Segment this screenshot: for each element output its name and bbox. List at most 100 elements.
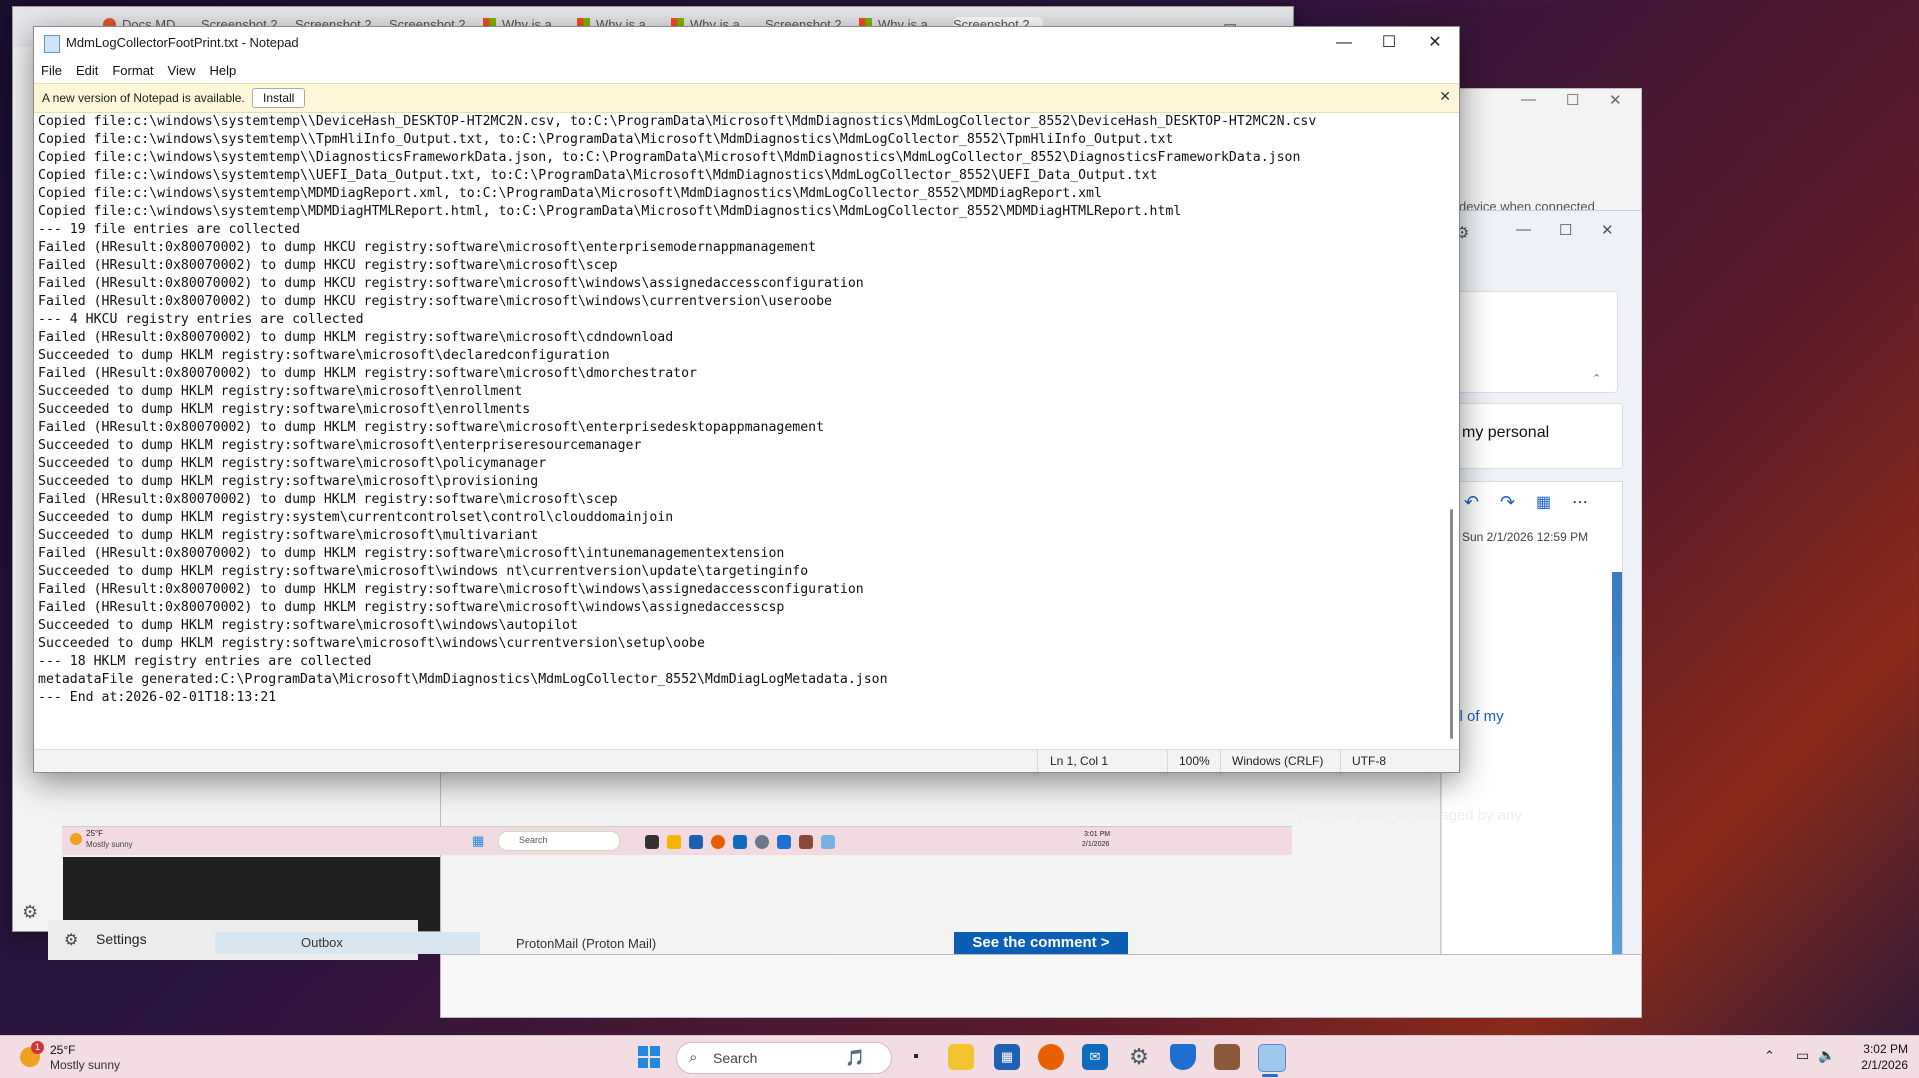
settings-gear-icon[interactable]: ⚙ [1126, 1044, 1152, 1070]
search-highlight-icon: 🎵 [845, 1050, 865, 1067]
mail-reading-pane: ⚙ — ☐ ✕ ⌃ my personal ↶ ↷ ▦ ⋯ Sun 2/1/20… [1440, 210, 1642, 957]
file-explorer-icon [667, 835, 681, 849]
text-line: Copied file:c:\windows\systemtemp\\TpmHl… [38, 132, 1174, 147]
text-line: Succeeded to dump HKLM registry:system\c… [38, 510, 674, 525]
task-view-icon[interactable]: ▪ [903, 1044, 929, 1070]
store-icon [689, 835, 703, 849]
text-line: Succeeded to dump HKLM registry:software… [38, 456, 547, 471]
maximize-icon[interactable]: ☐ [1366, 27, 1412, 59]
notepad-taskbar-icon[interactable] [1258, 1044, 1286, 1072]
text-line: Copied file:c:\windows\systemtemp\\Diagn… [38, 150, 1301, 165]
maximize-icon[interactable]: ☐ [1566, 91, 1579, 109]
outlook-icon[interactable]: ✉ [1082, 1044, 1108, 1070]
zoom-level: 100% [1179, 754, 1210, 768]
search-placeholder: Search [713, 1050, 758, 1066]
outlook-icon [733, 835, 747, 849]
menu-format[interactable]: Format [105, 59, 160, 82]
chevron-up-icon[interactable]: ⌃ [1592, 372, 1601, 385]
image-strip [1612, 572, 1622, 956]
text-line: Succeeded to dump HKLM registry:software… [38, 348, 610, 363]
gear-icon: ⚙ [64, 932, 79, 949]
close-icon[interactable]: ✕ [1439, 88, 1451, 105]
background-window-lower [440, 954, 1642, 1018]
maximize-icon[interactable]: ☐ [1559, 221, 1572, 239]
vertical-scrollbar[interactable] [1450, 119, 1453, 739]
message-list-item[interactable]: ProtonMail (Proton Mail) [480, 932, 830, 954]
menu-file[interactable]: File [34, 59, 69, 82]
taskbar: 1 25°F Mostly sunny ⌕ Search 🎵 ▪ ▦ ✉ ⚙ ⌃… [0, 1035, 1919, 1078]
task-view-icon [645, 835, 659, 849]
weather-temperature[interactable]: 25°F [50, 1043, 75, 1057]
minimize-icon[interactable]: — [1516, 221, 1531, 238]
security-shield-icon[interactable] [1170, 1044, 1196, 1070]
firefox-icon[interactable] [1038, 1044, 1064, 1070]
message-body-partial: your computer is managed by any [1296, 807, 1522, 824]
microsoft-store-icon[interactable]: ▦ [994, 1044, 1020, 1070]
menu-edit[interactable]: Edit [69, 59, 105, 82]
close-icon[interactable]: ✕ [1412, 27, 1458, 59]
encoding: UTF-8 [1352, 754, 1386, 768]
status-divider [1037, 750, 1038, 772]
text-line: Failed (HResult:0x80070002) to dump HKCU… [38, 294, 832, 309]
cursor-position: Ln 1, Col 1 [1050, 754, 1109, 768]
outbox-label: Outbox [301, 935, 343, 950]
text-line: Copied file:c:\windows\systemtemp\\Devic… [38, 114, 1317, 129]
reply-icon[interactable]: ↶ [1464, 492, 1479, 513]
mini-clock-time: 3:01 PM [1084, 831, 1111, 838]
sender-label: ProtonMail (Proton Mail) [516, 936, 657, 951]
close-icon[interactable]: ✕ [1601, 221, 1614, 239]
minimize-icon[interactable]: — [1521, 91, 1536, 108]
window-title: MdmLogCollectorFootPrint.txt - Notepad [66, 35, 299, 50]
install-button[interactable]: Install [252, 88, 306, 108]
menu-help[interactable]: Help [202, 59, 243, 82]
text-line: --- End at:2026-02-01T18:13:21 [38, 690, 277, 705]
update-notification-bar: A new version of Notepad is available. I… [34, 83, 1459, 113]
menu-view[interactable]: View [161, 59, 203, 82]
text-line: Copied file:c:\windows\systemtemp\MDMDia… [38, 186, 1102, 201]
text-line: Failed (HResult:0x80070002) to dump HKLM… [38, 420, 825, 435]
scrollbar-thumb[interactable] [1450, 509, 1453, 739]
text-line: Succeeded to dump HKLM registry:software… [38, 528, 539, 543]
package-icon [799, 835, 813, 849]
text-line: Failed (HResult:0x80070002) to dump HKLM… [38, 546, 785, 561]
text-line: Succeeded to dump HKLM registry:software… [38, 618, 578, 633]
volume-icon[interactable]: 🔈 [1818, 1047, 1835, 1064]
mini-search-box: Search [498, 831, 620, 851]
outbox-folder[interactable]: Outbox [215, 932, 480, 954]
security-shield-icon [777, 835, 791, 849]
update-message: A new version of Notepad is available. [42, 91, 245, 105]
more-options-icon[interactable]: ⋯ [1572, 492, 1588, 512]
text-line: Failed (HResult:0x80070002) to dump HKCU… [38, 258, 618, 273]
text-line: Succeeded to dump HKLM registry:software… [38, 474, 539, 489]
settings-icon [755, 835, 769, 849]
text-line: --- 19 file entries are collected [38, 222, 301, 237]
grid-view-icon[interactable]: ▦ [1536, 492, 1551, 512]
message-card[interactable]: ⌃ [1441, 291, 1618, 393]
forward-icon[interactable]: ↷ [1500, 492, 1515, 513]
firefox-icon [711, 835, 725, 849]
text-line: Failed (HResult:0x80070002) to dump HKCU… [38, 240, 817, 255]
chevron-up-icon[interactable]: ⌃ [1764, 1048, 1775, 1064]
file-explorer-icon[interactable] [948, 1044, 974, 1070]
weather-description[interactable]: Mostly sunny [50, 1058, 120, 1072]
message-card[interactable]: my personal [1441, 403, 1623, 469]
clock-time[interactable]: 3:02 PM [1850, 1042, 1908, 1056]
network-icon[interactable]: ▭ [1796, 1047, 1809, 1064]
minimize-icon[interactable]: — [1321, 27, 1367, 59]
see-comment-button[interactable]: See the comment > [954, 932, 1128, 954]
notepad-titlebar[interactable]: MdmLogCollectorFootPrint.txt - Notepad —… [34, 27, 1459, 59]
gear-icon[interactable]: ⚙ [22, 902, 38, 923]
text-line: Succeeded to dump HKLM registry:software… [38, 636, 705, 651]
clock-date[interactable]: 2/1/2026 [1850, 1058, 1908, 1072]
text-editor[interactable]: Copied file:c:\windows\systemtemp\\Devic… [38, 113, 1444, 715]
search-icon: ⌕ [689, 1049, 698, 1066]
windows-start-icon[interactable] [638, 1046, 660, 1068]
taskbar-search-box[interactable]: ⌕ Search 🎵 [676, 1042, 892, 1074]
close-icon[interactable]: ✕ [1609, 91, 1622, 109]
package-icon[interactable] [1214, 1044, 1240, 1070]
line-ending: Windows (CRLF) [1232, 754, 1324, 768]
notepad-window: MdmLogCollectorFootPrint.txt - Notepad —… [33, 26, 1460, 773]
status-divider [1167, 750, 1168, 772]
text-line: Copied file:c:\windows\systemtemp\MDMDia… [38, 204, 1182, 219]
screenshot-taskbar: 25°F Mostly sunny ▦ Search 3:01 PM 2/1/2… [62, 826, 1292, 855]
